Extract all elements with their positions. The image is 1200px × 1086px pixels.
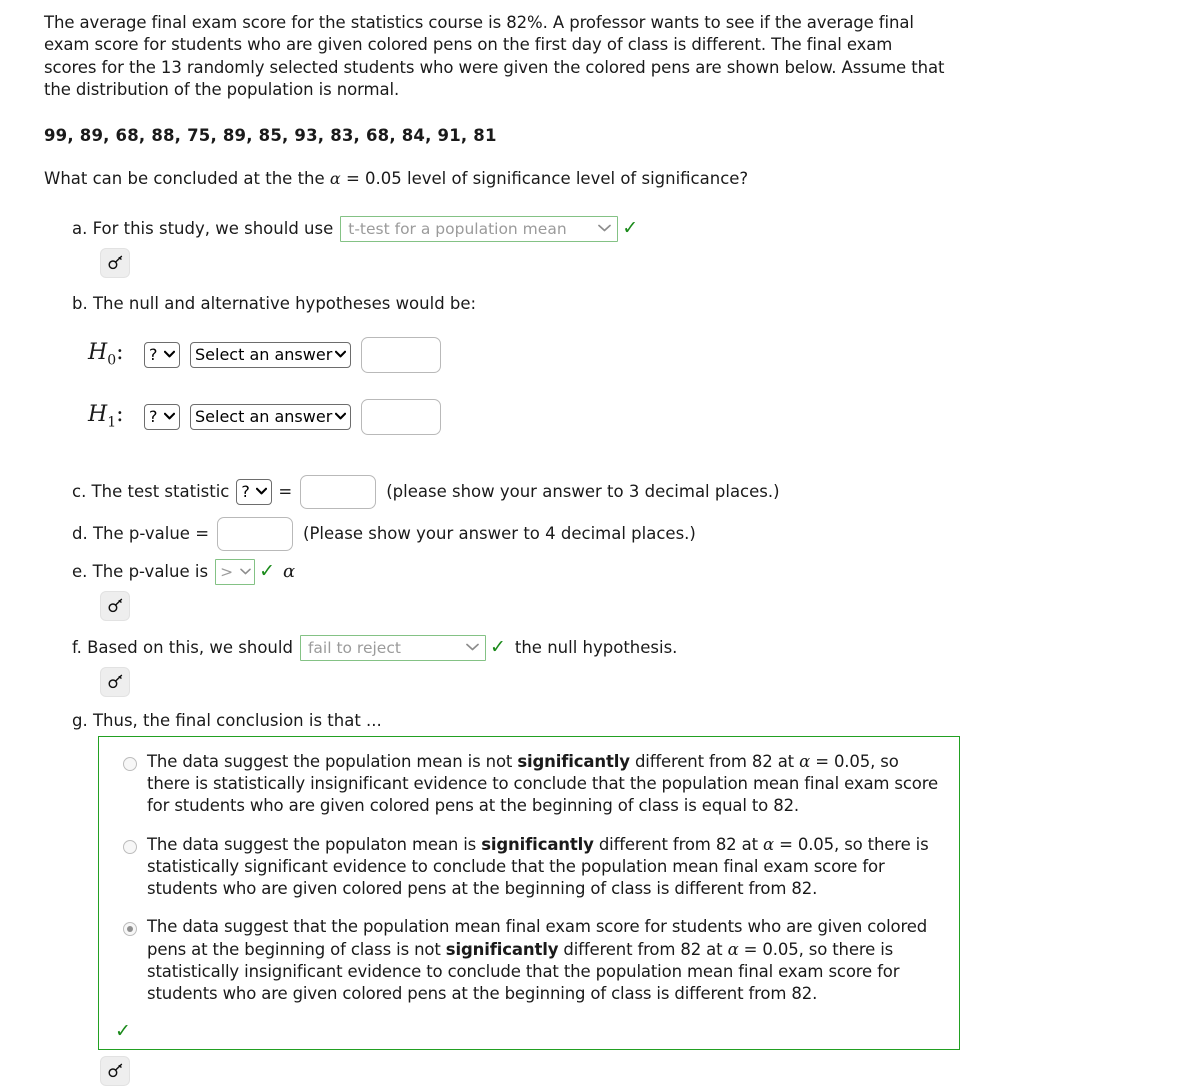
alt-parameter-select-value: ? bbox=[149, 407, 158, 427]
key-icon bbox=[107, 255, 122, 270]
null-parameter-select-value: ? bbox=[149, 345, 158, 365]
chevron-down-icon bbox=[335, 348, 347, 361]
exercise-page: The average final exam score for the sta… bbox=[0, 0, 1200, 1086]
part-e-row: e. The p-value is > ✓ α bbox=[72, 558, 1200, 585]
chevron-down-icon bbox=[335, 410, 347, 423]
null-operator-select[interactable]: Select an answer bbox=[190, 341, 352, 368]
part-e-key-button[interactable] bbox=[100, 590, 130, 621]
chevron-down-icon bbox=[598, 222, 612, 235]
alt-parameter-select[interactable]: ? bbox=[144, 403, 180, 430]
part-f-label-after: the null hypothesis. bbox=[514, 638, 678, 658]
test-statistic-input[interactable] bbox=[300, 474, 377, 509]
test-type-select-value: t-test for a population mean bbox=[348, 219, 567, 238]
part-f-key-button[interactable] bbox=[100, 666, 130, 697]
conclusion-option-2[interactable]: The data suggest the populaton mean is s… bbox=[113, 834, 945, 901]
conclusion-option-2-text: The data suggest the populaton mean is s… bbox=[147, 834, 929, 899]
chevron-down-icon bbox=[466, 641, 479, 654]
conclusion-option-3[interactable]: The data suggest that the population mea… bbox=[113, 916, 945, 1005]
part-g-label: g. Thus, the final conclusion is that ..… bbox=[72, 710, 382, 730]
chevron-down-icon bbox=[256, 485, 268, 498]
chevron-down-icon bbox=[240, 566, 251, 577]
conclusion-option-3-text: The data suggest that the population mea… bbox=[147, 917, 928, 1004]
part-c-label: c. The test statistic bbox=[72, 482, 230, 502]
hypothesis-null-name: H0: bbox=[88, 340, 124, 369]
part-d-label: d. The p-value = bbox=[72, 524, 210, 544]
part-f-valid-check-icon: ✓ bbox=[489, 636, 506, 659]
conclusion-option-1-text: The data suggest the population mean is … bbox=[147, 751, 939, 816]
part-a-valid-check-icon: ✓ bbox=[622, 217, 639, 240]
radio-option-2[interactable] bbox=[123, 839, 137, 854]
part-b-label: b. The null and alternative hypotheses w… bbox=[72, 293, 477, 313]
conclusion-options-box: The data suggest the population mean is … bbox=[98, 735, 960, 1050]
part-e-alpha: α bbox=[282, 561, 296, 583]
chevron-down-icon bbox=[163, 348, 176, 361]
problem-intro: The average final exam score for the sta… bbox=[44, 13, 945, 100]
chevron-down-icon bbox=[163, 410, 176, 423]
decision-select[interactable]: fail to reject bbox=[299, 634, 486, 661]
alt-value-input[interactable] bbox=[361, 398, 442, 435]
key-icon bbox=[107, 674, 122, 689]
part-c-note: (please show your answer to 3 decimal pl… bbox=[386, 482, 780, 502]
alt-operator-select-value: Select an answer bbox=[195, 407, 333, 427]
question-prompt: What can be concluded at the the α = 0.0… bbox=[44, 169, 1200, 188]
p-value-comparison-select[interactable]: > bbox=[215, 558, 256, 585]
decision-select-value: fail to reject bbox=[307, 638, 401, 657]
radio-option-3[interactable] bbox=[123, 922, 137, 937]
test-statistic-select[interactable]: ? bbox=[236, 478, 273, 505]
null-operator-select-value: Select an answer bbox=[195, 345, 333, 365]
radio-option-1[interactable] bbox=[123, 756, 137, 771]
question-prefix: What can be concluded at the the bbox=[44, 168, 330, 188]
part-d-note: (Please show your answer to 4 decimal pl… bbox=[303, 524, 696, 544]
alt-operator-select[interactable]: Select an answer bbox=[190, 403, 352, 430]
test-statistic-select-value: ? bbox=[241, 482, 250, 502]
p-value-input[interactable] bbox=[217, 516, 294, 551]
hypothesis-alt-name: H1: bbox=[88, 402, 124, 431]
conclusion-option-1[interactable]: The data suggest the population mean is … bbox=[113, 751, 945, 818]
part-c-row: c. The test statistic ? = (please show y… bbox=[72, 474, 1200, 509]
part-a-label: a. For this study, we should use bbox=[72, 219, 334, 239]
part-d-row: d. The p-value = (Please show your answe… bbox=[72, 516, 1200, 551]
hypothesis-alt-row: H1: ? Select an answer bbox=[88, 398, 1200, 435]
null-parameter-select[interactable]: ? bbox=[144, 341, 180, 368]
key-icon bbox=[107, 1063, 122, 1078]
test-statistic-equals: = bbox=[278, 482, 293, 502]
data-values: 99, 89, 68, 88, 75, 89, 85, 93, 83, 68, … bbox=[44, 125, 497, 145]
part-e-label: e. The p-value is bbox=[72, 562, 209, 582]
part-a-row: a. For this study, we should use t-test … bbox=[72, 215, 1200, 242]
p-value-comparison-value: > bbox=[220, 562, 234, 581]
key-icon bbox=[107, 598, 122, 613]
part-a-key-button[interactable] bbox=[100, 247, 130, 278]
null-value-input[interactable] bbox=[361, 336, 442, 373]
part-e-valid-check-icon: ✓ bbox=[259, 560, 275, 583]
part-f-row: f. Based on this, we should fail to reje… bbox=[72, 634, 1200, 661]
hypothesis-null-row: H0: ? Select an answer bbox=[88, 336, 1200, 373]
test-type-select[interactable]: t-test for a population mean bbox=[340, 215, 619, 242]
part-g-row: g. Thus, the final conclusion is that ..… bbox=[72, 711, 1200, 730]
part-b-row: b. The null and alternative hypotheses w… bbox=[72, 294, 1200, 313]
alpha-symbol: α bbox=[329, 168, 341, 188]
part-f-label-before: f. Based on this, we should bbox=[72, 638, 293, 658]
question-suffix: = 0.05 level of significance level of si… bbox=[340, 168, 749, 188]
part-g-key-button[interactable] bbox=[100, 1055, 130, 1086]
